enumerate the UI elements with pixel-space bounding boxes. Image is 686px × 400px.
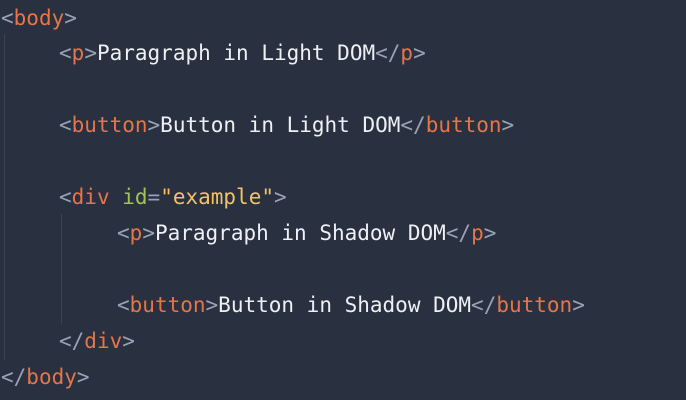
- element-text: Button in Shadow DOM: [218, 293, 472, 317]
- element-text: Button in Light DOM: [160, 113, 401, 137]
- tag-name: p: [71, 41, 85, 65]
- tag-name: div: [71, 185, 110, 209]
- close-angle: >: [64, 6, 77, 30]
- tag-name: body: [13, 6, 65, 30]
- attribute-value: "example": [160, 185, 274, 209]
- element-text: Paragraph in Shadow DOM: [154, 221, 446, 245]
- closing-tag-name: p: [471, 221, 484, 245]
- element-text: Paragraph in Light DOM: [96, 41, 376, 65]
- tag-name: button: [129, 293, 206, 317]
- open-angle: <: [1, 6, 14, 30]
- code-line-div-open: <div id="example">: [59, 185, 287, 209]
- code-line-body-close: </body>: [1, 365, 90, 389]
- code-line-p-shadow: <p>Paragraph in Shadow DOM</p>: [117, 221, 497, 245]
- indent-guide: [4, 34, 5, 360]
- attribute-name: id: [122, 185, 148, 209]
- tag-name: button: [71, 113, 148, 137]
- closing-tag-name: body: [26, 365, 77, 389]
- tag-name: p: [129, 221, 143, 245]
- closing-tag-name: button: [496, 293, 573, 317]
- code-line-div-close: </div>: [59, 329, 135, 353]
- closing-tag-name: p: [400, 41, 414, 65]
- equals-sign: =: [147, 185, 161, 209]
- indent-guide-nested: [61, 214, 62, 324]
- code-editor[interactable]: <body> <p>Paragraph in Light DOM</p> <bu…: [0, 0, 686, 400]
- code-line-p-light: <p>Paragraph in Light DOM</p>: [59, 41, 426, 65]
- code-line-button-shadow: <button>Button in Shadow DOM</button>: [117, 293, 585, 317]
- closing-tag-name: button: [425, 113, 502, 137]
- closing-tag-name: div: [84, 329, 123, 353]
- code-line-button-light: <button>Button in Light DOM</button>: [59, 113, 515, 137]
- code-line-body-open: <body>: [1, 3, 77, 33]
